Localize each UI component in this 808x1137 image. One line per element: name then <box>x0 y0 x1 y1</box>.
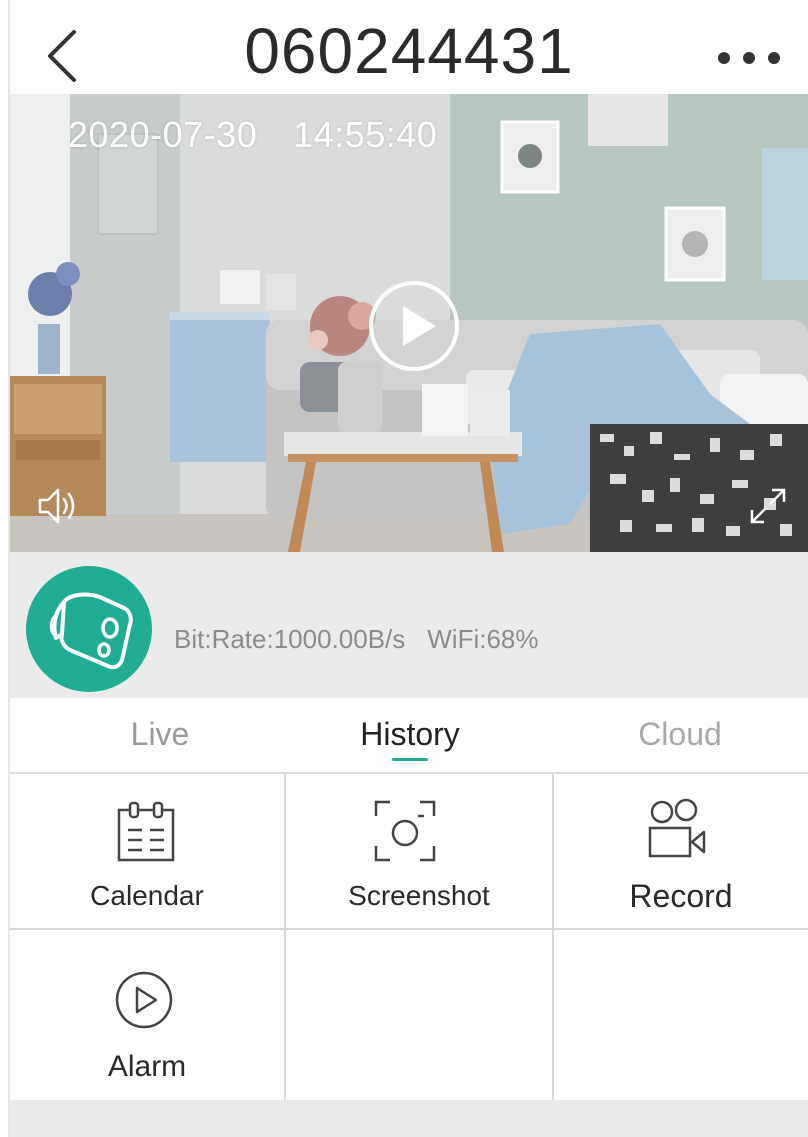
alarm-label: Alarm <box>107 1050 187 1083</box>
screenshot-label: Screenshot <box>348 880 490 911</box>
alarm-play-icon <box>115 971 173 1029</box>
mode-tabs: Live History Cloud <box>10 698 808 774</box>
alarm-button[interactable]: Alarm <box>10 930 284 1100</box>
screenshot-button[interactable]: Screenshot <box>286 774 552 928</box>
calendar-icon <box>117 801 175 862</box>
empty-grid-cell <box>554 930 808 1100</box>
device-title: 060244431 <box>244 15 574 87</box>
timestamp-date: 2020-07-30 <box>68 114 258 155</box>
expand-icon <box>750 488 786 524</box>
more-dot <box>743 52 755 64</box>
timestamp-time: 14:55:40 <box>293 114 438 155</box>
more-dot <box>768 52 780 64</box>
calendar-button[interactable]: Calendar <box>10 774 284 928</box>
record-label: Record <box>629 878 733 914</box>
more-button[interactable] <box>718 46 780 70</box>
empty-grid-cell <box>286 930 552 1100</box>
play-button[interactable] <box>368 280 460 372</box>
action-grid: Calendar Screenshot Record Alarm <box>10 774 808 1100</box>
more-horizontal-icon <box>718 52 730 64</box>
device-status-bar: Bit:Rate:1000.00B/s WiFi:68% <box>10 552 808 698</box>
screenshot-icon <box>374 800 436 862</box>
top-bar: 060244431 <box>10 0 808 94</box>
wifi-value: WiFi:68% <box>427 624 539 654</box>
bitrate-value: Bit:Rate:1000.00B/s <box>174 624 406 654</box>
record-button[interactable]: Record <box>554 774 808 928</box>
live-video-view[interactable]: 2020-07-30 14:55:40 <box>10 94 808 552</box>
camera-icon <box>49 592 133 670</box>
connection-stats: Bit:Rate:1000.00B/s WiFi:68% <box>174 624 539 655</box>
bottom-panel <box>10 1100 808 1137</box>
fullscreen-button[interactable] <box>748 486 788 526</box>
tab-live[interactable]: Live <box>100 716 220 753</box>
sound-toggle-button[interactable] <box>36 484 80 528</box>
calendar-label: Calendar <box>90 880 204 911</box>
device-avatar[interactable] <box>26 566 152 692</box>
video-timestamp: 2020-07-30 14:55:40 <box>68 114 437 156</box>
tab-cloud[interactable]: Cloud <box>616 716 744 753</box>
active-tab-indicator <box>392 758 428 761</box>
speaker-icon <box>38 488 75 524</box>
play-circle-icon <box>369 281 459 371</box>
video-record-icon <box>648 798 706 858</box>
app-screen: 060244431 2020-07-30 14:55:40 Bit:Rate:1… <box>0 0 808 1137</box>
tab-history[interactable]: History <box>342 716 478 753</box>
